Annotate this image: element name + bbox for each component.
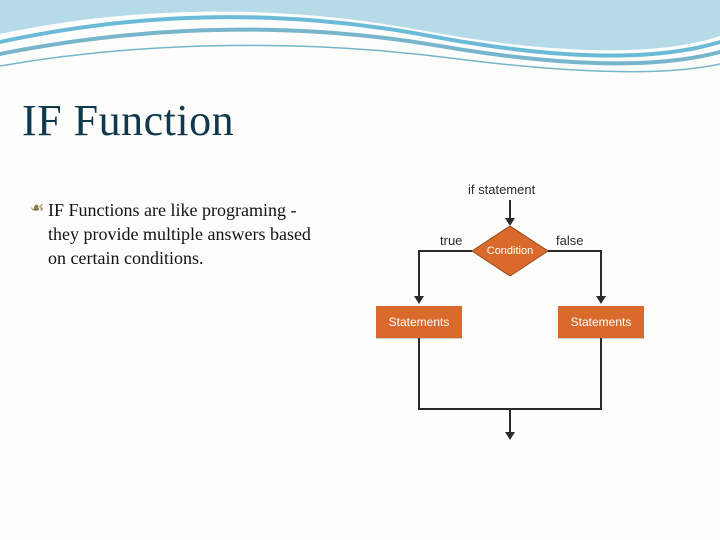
line-right-h bbox=[548, 250, 602, 252]
condition-text: Condition bbox=[472, 226, 548, 276]
bullet-text: IF Functions are like programing - they … bbox=[48, 198, 330, 270]
bullet-icon: ☙ bbox=[30, 198, 48, 270]
label-false: false bbox=[556, 233, 583, 248]
line-left-v bbox=[418, 250, 420, 298]
flowchart: if statement Condition true false Statem… bbox=[370, 188, 650, 488]
header-wave bbox=[0, 0, 720, 90]
arrow-left-head bbox=[414, 296, 424, 304]
bullet-block: ☙ IF Functions are like programing - the… bbox=[30, 198, 330, 270]
line-left-down bbox=[418, 338, 420, 408]
line-left-h bbox=[418, 250, 472, 252]
box-statements-left: Statements bbox=[376, 306, 462, 338]
label-true: true bbox=[440, 233, 462, 248]
condition-diamond: Condition bbox=[472, 226, 548, 276]
label-if-statement: if statement bbox=[468, 182, 535, 197]
diagram-column: if statement Condition true false Statem… bbox=[330, 198, 690, 498]
body-row: ☙ IF Functions are like programing - the… bbox=[30, 198, 690, 498]
line-out-v bbox=[509, 408, 511, 434]
slide-title: IF Function bbox=[22, 95, 234, 146]
box-statements-right: Statements bbox=[558, 306, 644, 338]
arrow-out-head bbox=[505, 432, 515, 440]
line-right-v bbox=[600, 250, 602, 298]
arrow-in-line bbox=[509, 200, 511, 220]
arrow-in-head bbox=[505, 218, 515, 226]
arrow-right-head bbox=[596, 296, 606, 304]
line-right-down bbox=[600, 338, 602, 408]
